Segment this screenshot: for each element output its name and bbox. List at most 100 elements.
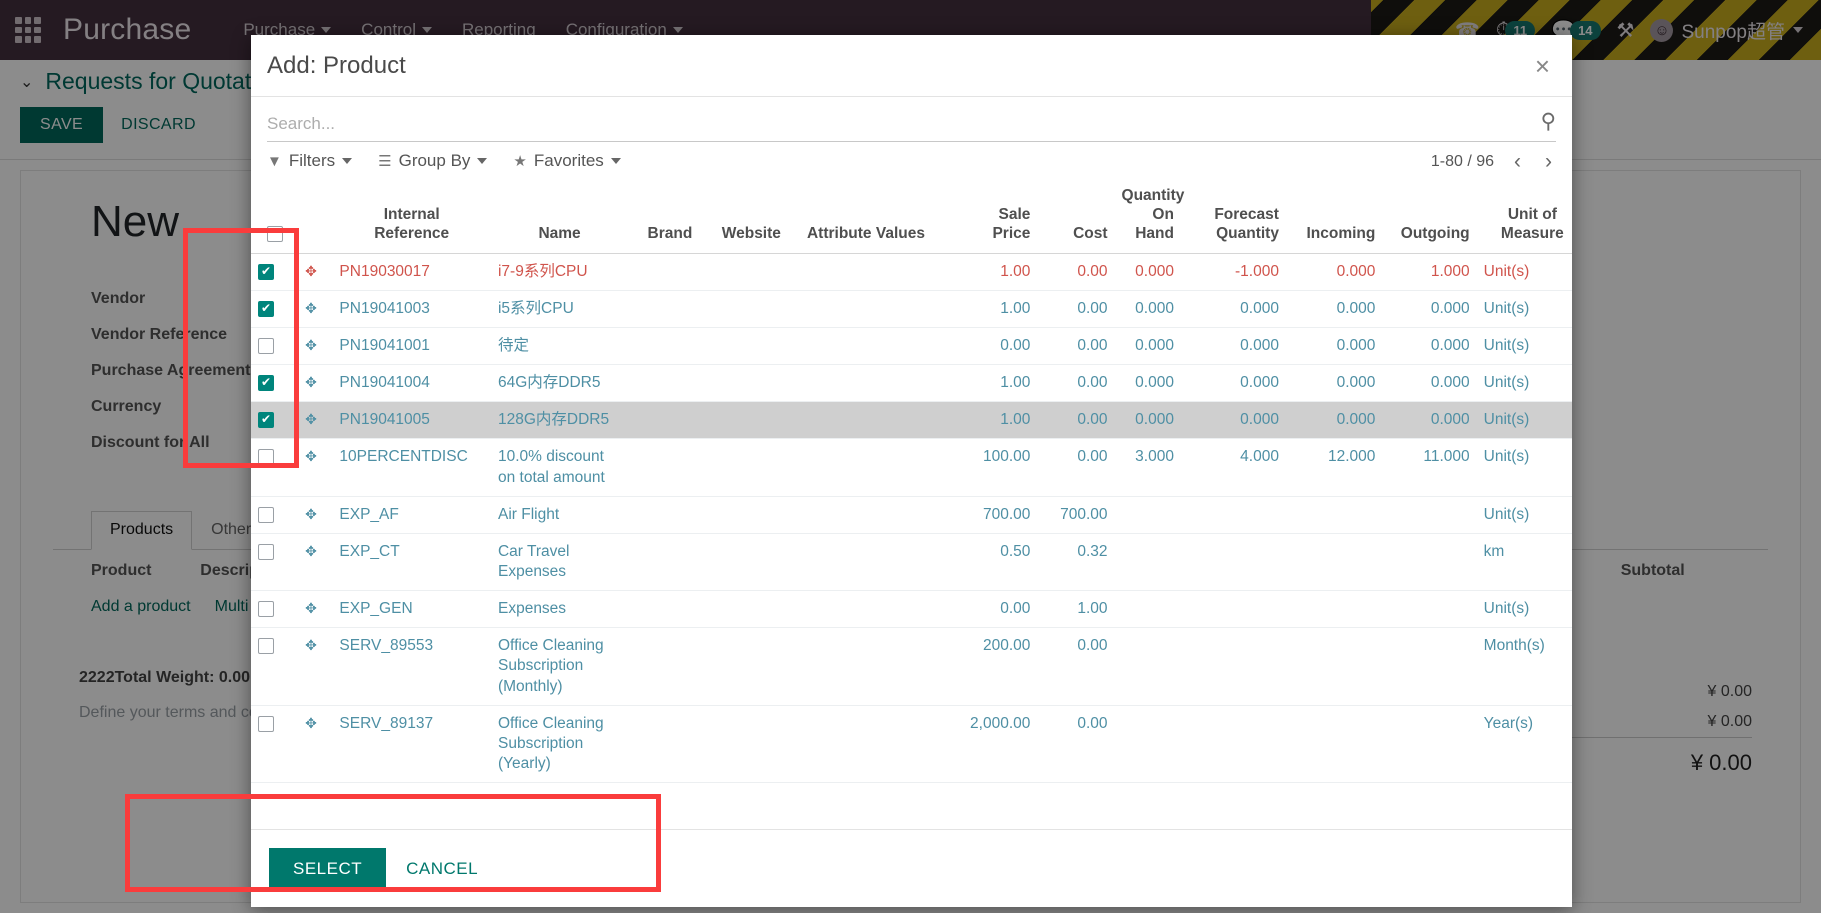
- row-checkbox[interactable]: [258, 300, 274, 317]
- chevron-down-icon: [342, 158, 353, 164]
- row-checkbox[interactable]: [258, 449, 274, 466]
- cell-outgoing: 0.000: [1382, 327, 1477, 366]
- cell-forecast: [1180, 627, 1286, 706]
- column-header-unit-of-measure[interactable]: Unit of Measure: [1476, 181, 1572, 254]
- cell-cost: 0.00: [1037, 705, 1115, 784]
- drag-handle-icon[interactable]: ✥: [305, 448, 317, 464]
- cell-ref: SERV_89137: [332, 705, 491, 784]
- table-body: ✥PN19030017i7-9系列CPU1.000.000.000-1.0000…: [251, 253, 1572, 784]
- column-header-website[interactable]: Website: [711, 181, 791, 254]
- cell-brand: [628, 401, 712, 440]
- row-checkbox[interactable]: [258, 411, 274, 429]
- column-header-sale-price[interactable]: Sale Price: [940, 181, 1038, 254]
- cell-price: 0.00: [940, 590, 1038, 629]
- row-checkbox-cell: [251, 290, 299, 329]
- cell-forecast: [1180, 533, 1286, 592]
- select-all-checkbox[interactable]: [266, 225, 283, 242]
- cell-cost: 0.00: [1037, 627, 1115, 706]
- cell-website: [711, 253, 791, 291]
- drag-handle-icon[interactable]: ✥: [305, 411, 317, 427]
- cell-cost: 0.00: [1037, 327, 1115, 366]
- cancel-button[interactable]: CANCEL: [392, 848, 492, 890]
- row-checkbox[interactable]: [258, 715, 274, 732]
- filters-dropdown[interactable]: ▼ Filters: [267, 151, 353, 171]
- column-header-outgoing[interactable]: Outgoing: [1382, 181, 1477, 254]
- table-row[interactable]: ✥EXP_GENExpenses0.001.00Unit(s)EXP_GEN: [251, 590, 1572, 629]
- group-by-icon: ☰: [378, 153, 392, 170]
- table-row[interactable]: ✥EXP_CTCar Travel Expenses0.500.32kmEXP_…: [251, 533, 1572, 592]
- cell-onhand: 0.000: [1114, 327, 1181, 366]
- pager-next-button[interactable]: ›: [1541, 150, 1556, 174]
- table-row[interactable]: ✥ 10PERCENTDISC 10.0% discount on total am…: [251, 438, 1572, 497]
- row-checkbox[interactable]: [258, 337, 274, 354]
- drag-handle-icon[interactable]: ✥: [305, 543, 317, 559]
- drag-handle-cell: ✥: [298, 364, 333, 403]
- table-row[interactable]: ✥PN1904100464G内存DDR51.000.000.0000.0000.…: [251, 364, 1572, 403]
- drag-handle-cell: ✥: [298, 290, 333, 329]
- drag-handle-icon[interactable]: ✥: [305, 600, 317, 616]
- filters-label: Filters: [288, 151, 336, 170]
- cell-uom: Unit(s): [1476, 364, 1572, 403]
- cell-ref: EXP_CT: [332, 533, 491, 592]
- cell-website: [711, 496, 791, 534]
- drag-handle-icon[interactable]: ✥: [305, 506, 317, 522]
- cell-website: [711, 627, 791, 706]
- row-checkbox[interactable]: [258, 374, 274, 392]
- close-icon[interactable]: ×: [1535, 53, 1550, 79]
- table-row[interactable]: ✥ SERV_89553 Office Cleaning Subscription …: [251, 627, 1572, 706]
- filter-bar: ▼ Filters ☰ Group By ★ Favorites 1-80 / …: [251, 142, 1572, 181]
- pager: 1-80 / 96 ‹ ›: [1431, 150, 1556, 174]
- column-header-brand[interactable]: Brand: [628, 181, 712, 254]
- cell-incoming: [1285, 705, 1383, 784]
- cell-cost: 0.00: [1037, 438, 1115, 497]
- cell-price: 1.00: [940, 253, 1038, 291]
- table-row[interactable]: ✥PN19030017i7-9系列CPU1.000.000.000-1.0000…: [251, 253, 1572, 291]
- row-checkbox[interactable]: [258, 543, 274, 560]
- column-header-line2: Reference: [374, 224, 450, 242]
- drag-handle-icon[interactable]: ✥: [305, 374, 317, 390]
- row-checkbox[interactable]: [258, 601, 274, 618]
- table-row[interactable]: ✥EXP_AFAir Flight700.00700.00Unit(s)EXP_…: [251, 496, 1572, 534]
- cell-name: Air Flight: [490, 496, 629, 534]
- column-header-name[interactable]: Name: [490, 181, 629, 254]
- table-row[interactable]: ✥ SERV_89137 Office Cleaning Subscription …: [251, 705, 1572, 784]
- column-header-incoming[interactable]: Incoming: [1285, 181, 1383, 254]
- cell-onhand: [1114, 533, 1181, 592]
- drag-handle-icon[interactable]: ✥: [305, 300, 317, 316]
- row-checkbox[interactable]: [258, 506, 274, 523]
- cell-forecast: 4.000: [1180, 438, 1286, 497]
- cell-uom: Year(s): [1476, 705, 1572, 784]
- cell-outgoing: 0.000: [1382, 290, 1477, 329]
- cell-outgoing: [1382, 533, 1477, 592]
- group-by-dropdown[interactable]: ☰ Group By: [378, 151, 488, 171]
- cell-ref: PN19041001: [332, 327, 491, 366]
- product-list-scroll[interactable]: Internal Reference Name Brand Website At…: [251, 181, 1572, 829]
- column-header-internal-reference[interactable]: Internal Reference: [332, 181, 491, 254]
- column-header-forecast-quantity[interactable]: Forecast Quantity: [1180, 181, 1286, 254]
- cell-price: 1.00: [940, 290, 1038, 329]
- row-checkbox[interactable]: [258, 638, 274, 655]
- drag-handle-icon[interactable]: ✥: [305, 715, 317, 731]
- table-row[interactable]: ✥PN19041005128G内存DDR51.000.000.0000.0000…: [251, 401, 1572, 440]
- column-header-quantity-on-hand[interactable]: Quantity On Hand: [1114, 181, 1184, 254]
- cell-incoming: 0.000: [1285, 401, 1383, 440]
- column-header-attribute-values[interactable]: Attribute Values: [790, 181, 941, 254]
- column-header-cost[interactable]: Cost: [1037, 181, 1115, 254]
- table-row[interactable]: ✥PN19041003i5系列CPU1.000.000.0000.0000.00…: [251, 290, 1572, 329]
- favorites-dropdown[interactable]: ★ Favorites: [513, 151, 621, 171]
- search-input[interactable]: [267, 114, 1541, 134]
- drag-handle-icon[interactable]: ✥: [305, 637, 317, 653]
- chevron-down-icon: [477, 158, 488, 164]
- select-button[interactable]: SELECT: [269, 847, 387, 890]
- pager-previous-button[interactable]: ‹: [1510, 150, 1525, 174]
- column-header-line2: Brand: [647, 224, 693, 242]
- row-checkbox[interactable]: [258, 263, 274, 280]
- magnifier-icon[interactable]: ⚲: [1541, 109, 1556, 134]
- table-row[interactable]: ✥ PN19041001 待定 0.00 0.00 0.000 0.000 0.000 0.00…: [251, 327, 1572, 366]
- column-header-line2: Name: [538, 224, 581, 242]
- drag-handle-icon[interactable]: ✥: [305, 263, 317, 279]
- drag-handle-icon[interactable]: ✥: [305, 337, 317, 353]
- cell-price: 0.50: [940, 533, 1038, 592]
- drag-handle-cell: ✥: [298, 327, 333, 366]
- cell-price: 1.00: [940, 401, 1038, 440]
